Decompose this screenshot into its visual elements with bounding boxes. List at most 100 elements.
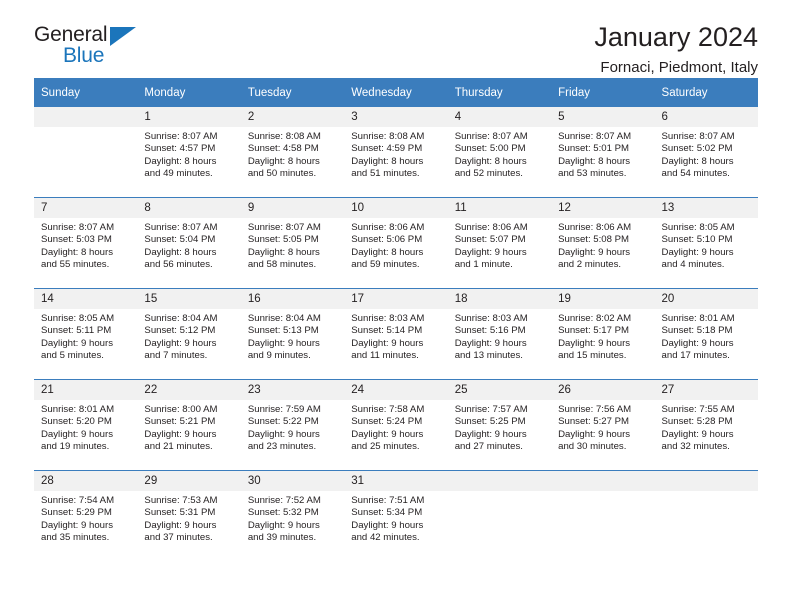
day-cell-27[interactable]: 27 Sunrise: 7:55 AM Sunset: 5:28 PM Dayligh… bbox=[654, 379, 758, 471]
daylight-text: Daylight: 9 hours bbox=[661, 246, 734, 258]
day-number: 13 bbox=[654, 198, 758, 218]
day-cell-30[interactable]: 30 Sunrise: 7:52 AM Sunset: 5:32 PM Dayligh… bbox=[240, 470, 345, 561]
sunrise-text: Sunrise: 8:03 AM bbox=[454, 313, 528, 324]
day-cell-18[interactable]: 18 Sunrise: 8:03 AM Sunset: 5:16 PM Dayligh… bbox=[447, 288, 552, 380]
day-cell-23[interactable]: 23 Sunrise: 7:59 AM Sunset: 5:22 PM Dayligh… bbox=[240, 379, 345, 471]
daylight-text: Daylight: 9 hours bbox=[247, 337, 320, 349]
daylight-text-cont: and 5 minutes. bbox=[41, 350, 104, 362]
day-cell-29[interactable]: 29 Sunrise: 7:53 AM Sunset: 5:31 PM Dayligh… bbox=[137, 470, 241, 561]
daylight-text-cont: and 19 minutes. bbox=[41, 441, 110, 453]
day-cell-17[interactable]: 17 Sunrise: 8:03 AM Sunset: 5:14 PM Dayligh… bbox=[344, 288, 448, 380]
daylight-text-cont: and 27 minutes. bbox=[454, 441, 523, 453]
day-details bbox=[448, 491, 551, 495]
day-number: 4 bbox=[447, 107, 552, 127]
sunrise-text: Sunrise: 7:52 AM bbox=[247, 495, 321, 506]
day-details: Sunrise: 7:55 AM Sunset: 5:28 PM Daylight:… bbox=[655, 400, 758, 454]
day-cell-20[interactable]: 20 Sunrise: 8:01 AM Sunset: 5:18 PM Dayligh… bbox=[654, 288, 758, 380]
title-block: January 2024 Fornaci, Piedmont, Italy bbox=[594, 20, 758, 79]
day-cell-5[interactable]: 5 Sunrise: 8:07 AM Sunset: 5:01 PM Daylight… bbox=[551, 107, 655, 198]
weekday-header-row: Sunday Monday Tuesday Wednesday Thursday Frid… bbox=[34, 78, 758, 107]
day-details: Sunrise: 7:58 AM Sunset: 5:24 PM Daylight:… bbox=[344, 400, 447, 454]
daylight-text-cont: and 42 minutes. bbox=[351, 532, 420, 544]
general-blue-logo[interactable]: General Blue bbox=[34, 24, 214, 78]
sunset-text: Sunset: 5:05 PM bbox=[247, 234, 319, 246]
day-cell-19[interactable]: 19 Sunrise: 8:02 AM Sunset: 5:17 PM Dayligh… bbox=[551, 288, 655, 380]
day-cell-12[interactable]: 12 Sunrise: 8:06 AM Sunset: 5:08 PM Dayligh… bbox=[551, 197, 655, 289]
day-cell-24[interactable]: 24 Sunrise: 7:58 AM Sunset: 5:24 PM Dayligh… bbox=[344, 379, 448, 471]
day-cell-11[interactable]: 11 Sunrise: 8:06 AM Sunset: 5:07 PM Dayligh… bbox=[447, 197, 552, 289]
day-number: 3 bbox=[344, 107, 448, 127]
daylight-text-cont: and 55 minutes. bbox=[41, 259, 110, 271]
day-cell-empty bbox=[551, 470, 655, 561]
daylight-text-cont: and 4 minutes. bbox=[661, 259, 725, 271]
day-number bbox=[551, 471, 655, 491]
page-header: General Blue January 2024 Fornaci, Piedm… bbox=[34, 0, 758, 78]
day-number: 21 bbox=[34, 380, 138, 400]
day-details bbox=[551, 491, 654, 495]
sunrise-text: Sunrise: 8:06 AM bbox=[454, 222, 528, 233]
day-cell-22[interactable]: 22 Sunrise: 8:00 AM Sunset: 5:21 PM Dayligh… bbox=[137, 379, 241, 471]
day-details: Sunrise: 8:05 AM Sunset: 5:11 PM Daylight:… bbox=[34, 309, 137, 363]
day-number: 9 bbox=[240, 198, 345, 218]
day-cell-6[interactable]: 6 Sunrise: 8:07 AM Sunset: 5:02 PM Daylight… bbox=[654, 107, 758, 198]
day-cell-4[interactable]: 4 Sunrise: 8:07 AM Sunset: 5:00 PM Daylight… bbox=[447, 107, 552, 198]
calendar-week-row: 7 Sunrise: 8:07 AM Sunset: 5:03 PM Daylight… bbox=[34, 197, 758, 289]
weekday-header-saturday: Saturday bbox=[654, 78, 758, 107]
day-number bbox=[447, 471, 552, 491]
sunrise-text: Sunrise: 7:56 AM bbox=[558, 404, 632, 415]
day-cell-empty bbox=[34, 107, 138, 198]
sunrise-text: Sunrise: 7:53 AM bbox=[144, 495, 218, 506]
day-cell-16[interactable]: 16 Sunrise: 8:04 AM Sunset: 5:13 PM Dayligh… bbox=[240, 288, 345, 380]
day-details: Sunrise: 8:07 AM Sunset: 5:01 PM Daylight:… bbox=[551, 127, 654, 181]
day-number: 7 bbox=[34, 198, 138, 218]
day-details bbox=[34, 127, 137, 131]
day-cell-1[interactable]: 1 Sunrise: 8:07 AM Sunset: 4:57 PM Daylight… bbox=[137, 107, 241, 198]
day-cell-15[interactable]: 15 Sunrise: 8:04 AM Sunset: 5:12 PM Dayligh… bbox=[137, 288, 241, 380]
day-details: Sunrise: 8:04 AM Sunset: 5:13 PM Daylight:… bbox=[241, 309, 344, 363]
sunset-text: Sunset: 5:29 PM bbox=[41, 507, 112, 519]
day-cell-3[interactable]: 3 Sunrise: 8:08 AM Sunset: 4:59 PM Daylight… bbox=[344, 107, 448, 198]
day-number: 5 bbox=[551, 107, 655, 127]
daylight-text-cont: and 2 minutes. bbox=[558, 259, 622, 271]
day-cell-8[interactable]: 8 Sunrise: 8:07 AM Sunset: 5:04 PM Daylight… bbox=[137, 197, 241, 289]
day-cell-26[interactable]: 26 Sunrise: 7:56 AM Sunset: 5:27 PM Dayligh… bbox=[551, 379, 655, 471]
day-cell-14[interactable]: 14 Sunrise: 8:05 AM Sunset: 5:11 PM Dayligh… bbox=[34, 288, 138, 380]
sunset-text: Sunset: 5:17 PM bbox=[558, 325, 630, 337]
day-number: 26 bbox=[551, 380, 655, 400]
day-cell-10[interactable]: 10 Sunrise: 8:06 AM Sunset: 5:06 PM Dayligh… bbox=[344, 197, 448, 289]
daylight-text: Daylight: 9 hours bbox=[144, 519, 217, 531]
day-number: 23 bbox=[240, 380, 345, 400]
day-number: 6 bbox=[654, 107, 758, 127]
day-cell-7[interactable]: 7 Sunrise: 8:07 AM Sunset: 5:03 PM Daylight… bbox=[34, 197, 138, 289]
sunset-text: Sunset: 5:14 PM bbox=[351, 325, 423, 337]
day-cell-13[interactable]: 13 Sunrise: 8:05 AM Sunset: 5:10 PM Dayligh… bbox=[654, 197, 758, 289]
day-number: 10 bbox=[344, 198, 448, 218]
sunset-text: Sunset: 5:01 PM bbox=[558, 143, 630, 155]
daylight-text: Daylight: 8 hours bbox=[247, 155, 320, 167]
daylight-text: Daylight: 9 hours bbox=[41, 337, 113, 349]
daylight-text: Daylight: 9 hours bbox=[144, 337, 217, 349]
daylight-text-cont: and 11 minutes. bbox=[351, 350, 419, 362]
day-details: Sunrise: 8:08 AM Sunset: 4:58 PM Daylight:… bbox=[241, 127, 344, 181]
day-cell-21[interactable]: 21 Sunrise: 8:01 AM Sunset: 5:20 PM Dayligh… bbox=[34, 379, 138, 471]
day-details: Sunrise: 7:53 AM Sunset: 5:31 PM Daylight:… bbox=[137, 491, 240, 545]
day-cell-28[interactable]: 28 Sunrise: 7:54 AM Sunset: 5:29 PM Dayligh… bbox=[34, 470, 138, 561]
day-cell-9[interactable]: 9 Sunrise: 8:07 AM Sunset: 5:05 PM Daylight… bbox=[240, 197, 345, 289]
day-details: Sunrise: 8:03 AM Sunset: 5:14 PM Daylight:… bbox=[344, 309, 447, 363]
sunset-text: Sunset: 5:11 PM bbox=[41, 325, 112, 337]
sunrise-text: Sunrise: 8:07 AM bbox=[144, 222, 218, 233]
day-details: Sunrise: 7:51 AM Sunset: 5:34 PM Daylight:… bbox=[344, 491, 447, 545]
daylight-text: Daylight: 9 hours bbox=[558, 428, 631, 440]
calendar-week-row: 1 Sunrise: 8:07 AM Sunset: 4:57 PM Daylight… bbox=[34, 107, 758, 198]
day-cell-25[interactable]: 25 Sunrise: 7:57 AM Sunset: 5:25 PM Dayligh… bbox=[447, 379, 552, 471]
day-cell-31[interactable]: 31 Sunrise: 7:51 AM Sunset: 5:34 PM Dayligh… bbox=[344, 470, 448, 561]
day-number: 18 bbox=[447, 289, 552, 309]
daylight-text: Daylight: 9 hours bbox=[41, 519, 113, 531]
daylight-text: Daylight: 9 hours bbox=[454, 246, 527, 258]
day-number: 24 bbox=[344, 380, 448, 400]
day-cell-2[interactable]: 2 Sunrise: 8:08 AM Sunset: 4:58 PM Daylight… bbox=[240, 107, 345, 198]
sunrise-text: Sunrise: 8:00 AM bbox=[144, 404, 218, 415]
daylight-text-cont: and 23 minutes. bbox=[247, 441, 317, 453]
sunrise-text: Sunrise: 8:04 AM bbox=[144, 313, 218, 324]
daylight-text: Daylight: 8 hours bbox=[454, 155, 527, 167]
